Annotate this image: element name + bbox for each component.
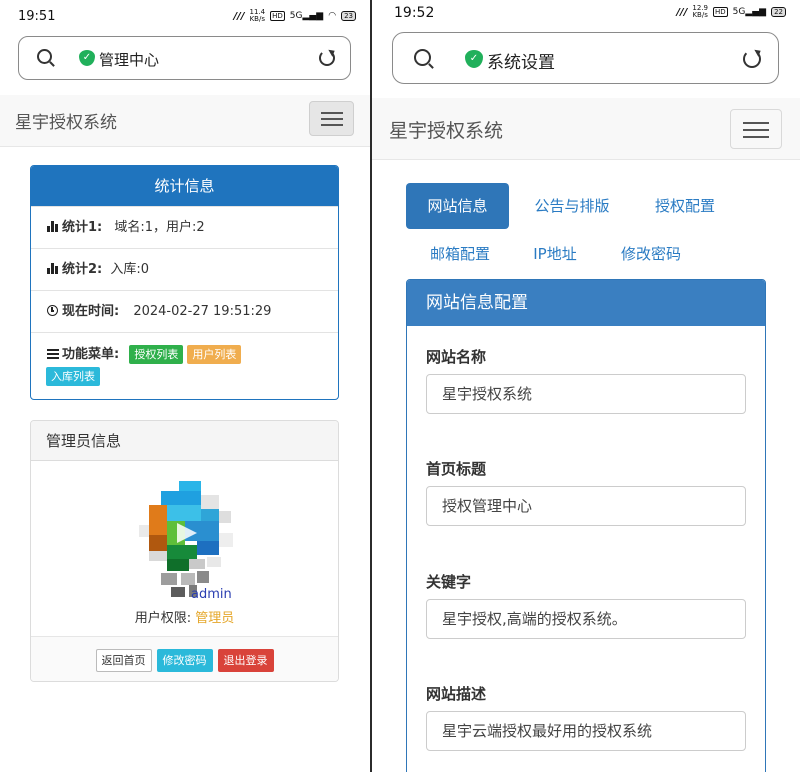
permission-label: 用户权限: (134, 611, 192, 626)
navbar: 星宇授权系统 (372, 98, 800, 160)
tab-notice-layout[interactable]: 公告与排版 (517, 183, 627, 229)
tab-ip-address[interactable]: IP地址 (517, 231, 593, 277)
right-phone-screen: 19:52 /// 12.9 KB/s HD 5G▂▄▆ 22 ✓ 系统设置 星… (372, 0, 800, 772)
current-time-label: 现在时间: (62, 304, 120, 319)
speed-unit: KB/s (692, 11, 708, 19)
stat-row-2: 统计2: 入库:0 (31, 248, 338, 290)
change-password-button[interactable]: 修改密码 (156, 648, 213, 672)
stat-row-3: 现在时间: 2024-02-27 19:51:29 (31, 290, 338, 332)
carrier-icon: /// (233, 10, 245, 22)
stat-2-label: 统计2: (62, 262, 103, 277)
search-icon[interactable] (37, 49, 52, 64)
auth-list-button[interactable]: 授权列表 (129, 345, 184, 364)
hamburger-line (743, 129, 769, 131)
secure-shield-icon: ✓ (79, 50, 95, 66)
admin-panel-title: 管理员信息 (31, 421, 338, 461)
status-icons: /// 12.9 KB/s HD 5G▂▄▆ 22 (676, 5, 786, 19)
stat-1-label: 统计1: (62, 220, 103, 235)
list-icon (47, 349, 59, 359)
address-text[interactable]: 管理中心 (99, 49, 159, 70)
reload-icon[interactable] (319, 50, 335, 66)
battery-icon: 22 (771, 7, 786, 17)
keywords-input[interactable]: 星宇授权,高端的授权系统。 (426, 599, 746, 639)
hamburger-line (743, 136, 769, 138)
network-speed: 11.4 KB/s (250, 9, 266, 23)
left-phone-screen: 19:51 /// 11.4 KB/s HD 5G▂▄▆ ◠ 23 ✓ 管理中心… (0, 0, 370, 772)
brand-title[interactable]: 星宇授权系统 (15, 108, 117, 133)
address-bar[interactable]: ✓ 管理中心 (18, 36, 351, 80)
keywords-label: 关键字 (426, 573, 472, 591)
battery-icon: 23 (341, 11, 356, 21)
hamburger-line (743, 122, 769, 124)
hamburger-line (320, 124, 343, 126)
admin-username: admin (191, 587, 232, 602)
admin-panel: 管理员信息 admin 用户权限: 管理员 返回首页 修改密码 退出登录 (30, 420, 339, 682)
site-description-input[interactable]: 星宇云端授权最好用的授权系统 (426, 711, 746, 751)
menu-toggle-button[interactable] (309, 101, 354, 136)
admin-panel-footer: 返回首页 修改密码 退出登录 (31, 636, 338, 681)
search-icon[interactable] (414, 49, 431, 66)
storage-list-button[interactable]: 入库列表 (46, 367, 100, 386)
stat-row-menu: 功能菜单: 授权列表 用户列表 入库列表 (31, 332, 338, 399)
status-time: 19:52 (394, 5, 435, 21)
permission-value: 管理员 (195, 611, 235, 626)
navbar: 星宇授权系统 (0, 95, 370, 147)
screenshot-stage: 19:51 /// 11.4 KB/s HD 5G▂▄▆ ◠ 23 ✓ 管理中心… (0, 0, 800, 772)
status-bar: 19:52 /// 12.9 KB/s HD 5G▂▄▆ 22 (372, 0, 800, 30)
brand-title[interactable]: 星宇授权系统 (389, 116, 503, 143)
stat-1-value: 域名:1，用户:2 (114, 220, 205, 235)
site-description-label: 网站描述 (426, 685, 487, 703)
avatar (139, 481, 233, 597)
stat-row-1: 统计1: 域名:1，用户:2 (31, 206, 338, 248)
tab-change-password[interactable]: 修改密码 (606, 231, 696, 277)
hd-icon: HD (712, 7, 728, 17)
signal-icon: 5G▂▄▆ (289, 11, 324, 21)
carrier-icon: /// (676, 6, 688, 18)
tab-email-config[interactable]: 邮箱配置 (416, 231, 504, 277)
site-config-title: 网站信息配置 (407, 280, 765, 326)
bar-chart-icon (47, 221, 59, 232)
logout-button[interactable]: 退出登录 (217, 648, 274, 672)
signal-icon: 5G▂▄▆ (732, 7, 767, 17)
permission-row: 用户权限: 管理员 (31, 607, 338, 626)
network-speed: 12.9 KB/s (692, 5, 708, 19)
function-menu-label: 功能菜单: (62, 347, 120, 362)
status-time: 19:51 (18, 9, 56, 24)
site-name-label: 网站名称 (426, 348, 487, 366)
address-bar[interactable]: ✓ 系统设置 (392, 32, 779, 84)
secure-shield-icon: ✓ (465, 50, 483, 68)
back-home-button[interactable]: 返回首页 (95, 648, 152, 672)
clock-icon (47, 305, 58, 316)
bar-chart-icon (47, 263, 59, 274)
stats-panel: 统计信息 统计1: 域名:1，用户:2 统计2: 入库:0 现在时间: 2024… (30, 165, 339, 400)
network-type: 5G (732, 7, 746, 17)
stat-2-value: 入库:0 (110, 262, 150, 277)
site-name-input[interactable]: 星宇授权系统 (426, 374, 746, 414)
hamburger-line (320, 112, 343, 114)
menu-toggle-button[interactable] (730, 109, 782, 149)
site-config-panel: 网站信息配置 网站名称 星宇授权系统 首页标题 授权管理中心 关键字 星宇授权,… (406, 279, 766, 772)
status-icons: /// 11.4 KB/s HD 5G▂▄▆ ◠ 23 (234, 9, 356, 23)
current-time-value: 2024-02-27 19:51:29 (133, 304, 272, 319)
wifi-icon: ◠ (328, 11, 337, 21)
tab-auth-config[interactable]: 授权配置 (636, 183, 734, 229)
status-bar: 19:51 /// 11.4 KB/s HD 5G▂▄▆ ◠ 23 (0, 0, 370, 30)
network-type: 5G (289, 11, 303, 21)
hamburger-line (320, 118, 343, 120)
stats-panel-title: 统计信息 (31, 166, 338, 206)
hd-icon: HD (270, 11, 285, 21)
speed-unit: KB/s (249, 15, 265, 23)
address-text[interactable]: 系统设置 (487, 48, 555, 73)
home-title-input[interactable]: 授权管理中心 (426, 486, 746, 526)
tab-site-info[interactable]: 网站信息 (406, 183, 509, 229)
home-title-label: 首页标题 (426, 460, 487, 478)
user-list-button[interactable]: 用户列表 (187, 345, 242, 364)
reload-icon[interactable] (743, 50, 761, 68)
